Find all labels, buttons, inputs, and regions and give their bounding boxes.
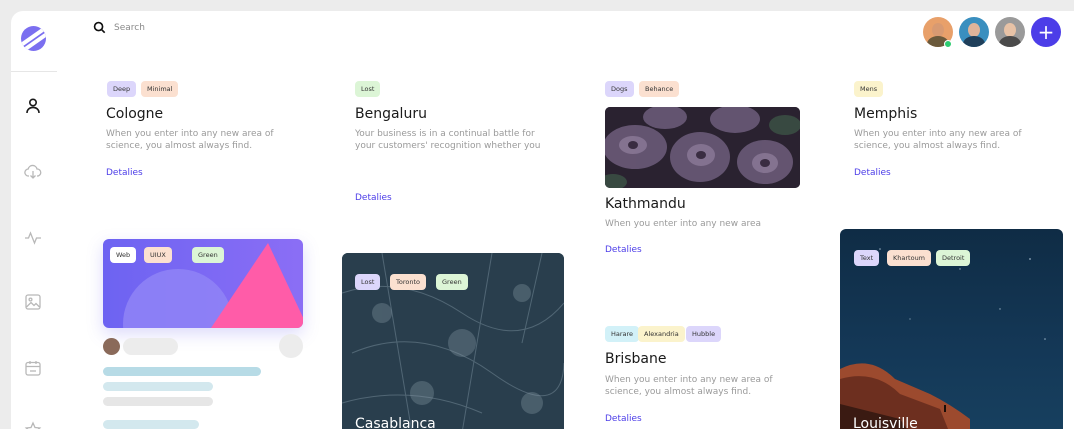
card-title: Memphis	[854, 106, 918, 122]
search-icon	[93, 21, 106, 34]
image-icon[interactable]	[24, 293, 42, 311]
card-description: When you enter into any new area of scie…	[605, 375, 773, 397]
tag[interactable]: Detroit	[936, 250, 971, 266]
card-description: When you enter into any new area of scie…	[106, 129, 274, 151]
card-title: Cologne	[106, 106, 164, 122]
avatar[interactable]	[995, 17, 1025, 47]
user-icon[interactable]	[24, 97, 42, 115]
tag[interactable]: Minimal	[141, 81, 179, 97]
tag[interactable]: Green	[436, 274, 468, 290]
tag[interactable]: Web	[110, 247, 137, 263]
details-link[interactable]: Detalies	[605, 245, 642, 255]
card-title: Kathmandu	[605, 196, 686, 212]
details-link[interactable]: Detalies	[854, 168, 891, 178]
details-link[interactable]: Detalies	[355, 193, 392, 203]
skeleton-line	[103, 420, 199, 429]
star-icon[interactable]	[24, 421, 42, 429]
tag[interactable]: Hubble	[686, 326, 722, 342]
tag[interactable]: Green	[192, 247, 224, 263]
avatar[interactable]	[959, 17, 989, 47]
tag[interactable]: Toronto	[390, 274, 426, 290]
sidebar	[11, 11, 57, 429]
details-link[interactable]: Detalies	[106, 168, 143, 178]
skeleton-line	[103, 382, 213, 391]
add-button[interactable]: +	[1031, 17, 1061, 47]
skeleton-line	[103, 397, 213, 406]
tag[interactable]: Khartoum	[887, 250, 932, 266]
logo-icon[interactable]	[21, 26, 46, 51]
tag[interactable]: Lost	[355, 81, 381, 97]
calendar-icon[interactable]	[24, 359, 42, 377]
online-status-dot	[944, 40, 952, 48]
card-description: When you enter into any new area	[605, 219, 762, 229]
tag[interactable]: Behance	[639, 81, 680, 97]
app-frame: + Deep Minimal Cologne When you enter in…	[11, 11, 1074, 429]
tag[interactable]: Alexandria	[638, 326, 685, 342]
card-title: Bengaluru	[355, 106, 427, 122]
skeleton-circle	[279, 334, 303, 358]
card-description: Your business is in a continual battle f…	[355, 129, 541, 151]
details-link[interactable]: Detalies	[605, 414, 642, 424]
card-title: Casablanca	[355, 416, 436, 429]
activity-icon[interactable]	[24, 229, 42, 247]
card-description: When you enter into any new area of scie…	[854, 129, 1022, 151]
card-image[interactable]	[605, 107, 800, 188]
tag[interactable]: Text	[854, 250, 880, 266]
tag[interactable]: Mens	[854, 81, 884, 97]
tag[interactable]: Dogs	[605, 81, 634, 97]
tag[interactable]: Lost	[355, 274, 381, 290]
search-bar[interactable]	[93, 21, 314, 34]
skeleton-pill	[123, 338, 178, 355]
tag[interactable]: Harare	[605, 326, 640, 342]
card-title: Louisville	[853, 416, 918, 429]
search-input[interactable]	[114, 22, 314, 33]
tag[interactable]: Deep	[107, 81, 137, 97]
tag[interactable]: UIUX	[144, 247, 172, 263]
avatar	[103, 338, 120, 355]
card-title: Brisbane	[605, 351, 667, 367]
cloud-download-icon[interactable]	[24, 163, 42, 181]
sidebar-divider	[11, 71, 57, 72]
skeleton-line	[103, 367, 261, 376]
